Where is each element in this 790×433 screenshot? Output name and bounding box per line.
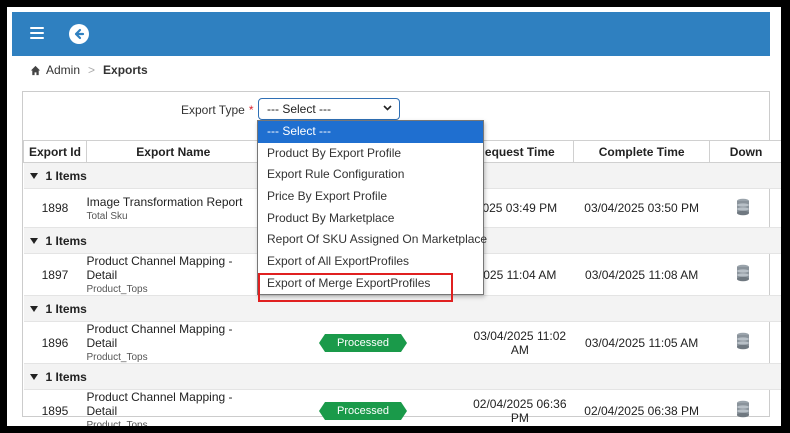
- complete-time-cell: 03/04/2025 11:05 AM: [573, 321, 710, 364]
- select-value: --- Select ---: [267, 102, 331, 116]
- export-subtitle: Product_Tops: [86, 420, 148, 431]
- collapse-triangle-icon[interactable]: [29, 173, 38, 180]
- header-export-name[interactable]: Export Name: [85, 140, 261, 163]
- export-type-label: Export Type *: [181, 103, 254, 117]
- app-window: Admin > Exports Export Type * --- Select …: [0, 0, 790, 433]
- export-type-row: Export Type * --- Select ---: [23, 97, 769, 121]
- export-subtitle: Product_Tops: [86, 352, 148, 363]
- export-id-cell: 1897: [23, 253, 87, 296]
- header-complete-time[interactable]: Complete Time: [573, 140, 711, 163]
- export-name: Product Channel Mapping - Detail: [86, 322, 233, 350]
- status-cell: Processed: [260, 321, 466, 364]
- option-product-by-export-profile[interactable]: Product By Export Profile: [258, 143, 483, 165]
- export-subtitle: Product_Tops: [86, 284, 148, 295]
- status-badge: Processed: [319, 333, 408, 352]
- back-arrow-icon[interactable]: [69, 24, 89, 44]
- export-type-select[interactable]: --- Select ---: [258, 98, 400, 120]
- download-cell: [709, 188, 781, 228]
- group-label: 1 Items: [45, 369, 87, 384]
- chevron-down-icon: [383, 105, 392, 111]
- download-cell: [709, 321, 781, 364]
- download-cell: [709, 253, 781, 296]
- header-download[interactable]: Down: [709, 140, 781, 163]
- option-price-by-export-profile[interactable]: Price By Export Profile: [258, 186, 483, 208]
- option-product-by-marketplace[interactable]: Product By Marketplace: [258, 208, 483, 230]
- group-row[interactable]: 1 Items: [23, 363, 781, 390]
- export-subtitle: Total Sku: [86, 210, 128, 222]
- export-name: Image Transformation Report: [86, 194, 243, 209]
- group-label: 1 Items: [45, 233, 87, 248]
- export-name-cell: Product Channel Mapping - Detail Product_…: [86, 389, 261, 431]
- download-database-icon[interactable]: [736, 332, 750, 350]
- home-icon: [30, 65, 41, 75]
- export-type-dropdown-list: --- Select --- Product By Export Profile…: [257, 120, 487, 295]
- complete-time-cell: 03/04/2025 03:50 PM: [573, 188, 710, 228]
- request-time-cell: 02/04/2025 06:36 PM: [465, 389, 574, 426]
- option-select[interactable]: --- Select ---: [258, 121, 483, 143]
- group-label: 1 Items: [45, 301, 87, 316]
- export-name: Product Channel Mapping - Detail: [86, 254, 233, 282]
- status-cell: Processed: [260, 389, 466, 426]
- download-database-icon[interactable]: [736, 198, 750, 216]
- red-highlight-box: [258, 273, 453, 302]
- export-id-cell: 1896: [23, 321, 87, 364]
- header-export-id[interactable]: Export Id: [23, 140, 87, 163]
- complete-time-cell: 02/04/2025 06:38 PM: [573, 389, 710, 426]
- collapse-triangle-icon[interactable]: [29, 238, 38, 245]
- option-export-all-exportprofiles[interactable]: Export of All ExportProfiles: [258, 251, 483, 273]
- export-name-cell: Product Channel Mapping - Detail Product_…: [86, 253, 261, 296]
- table-row[interactable]: 1896 Product Channel Mapping - Detail Pro…: [23, 321, 781, 364]
- download-database-icon[interactable]: [736, 264, 750, 282]
- collapse-triangle-icon[interactable]: [29, 306, 38, 313]
- status-badge: Processed: [319, 401, 408, 420]
- export-id-cell: 1895: [23, 389, 87, 426]
- breadcrumb-exports: Exports: [103, 63, 148, 77]
- option-report-sku-assigned-marketplace[interactable]: Report Of SKU Assigned On Marketplace: [258, 229, 487, 251]
- collapse-triangle-icon[interactable]: [29, 374, 38, 381]
- breadcrumb: Admin > Exports: [30, 62, 148, 78]
- download-cell: [709, 389, 781, 426]
- request-time-cell: 03/04/2025 11:02 AM: [465, 321, 574, 364]
- breadcrumb-separator: >: [88, 63, 96, 77]
- export-name: Product Channel Mapping - Detail: [86, 390, 233, 418]
- menu-icon[interactable]: [30, 27, 44, 39]
- required-mark: *: [248, 103, 254, 117]
- complete-time-cell: 03/04/2025 11:08 AM: [573, 253, 710, 296]
- download-database-icon[interactable]: [736, 400, 750, 418]
- export-name-cell: Product Channel Mapping - Detail Product_…: [86, 321, 261, 364]
- top-navbar: [12, 12, 770, 56]
- option-export-rule-configuration[interactable]: Export Rule Configuration: [258, 164, 483, 186]
- export-name-cell: Image Transformation Report Total Sku: [86, 188, 261, 228]
- table-row[interactable]: 1895 Product Channel Mapping - Detail Pro…: [23, 389, 781, 431]
- group-label: 1 Items: [45, 168, 87, 183]
- breadcrumb-admin[interactable]: Admin: [46, 63, 80, 77]
- export-id-cell: 1898: [23, 188, 87, 228]
